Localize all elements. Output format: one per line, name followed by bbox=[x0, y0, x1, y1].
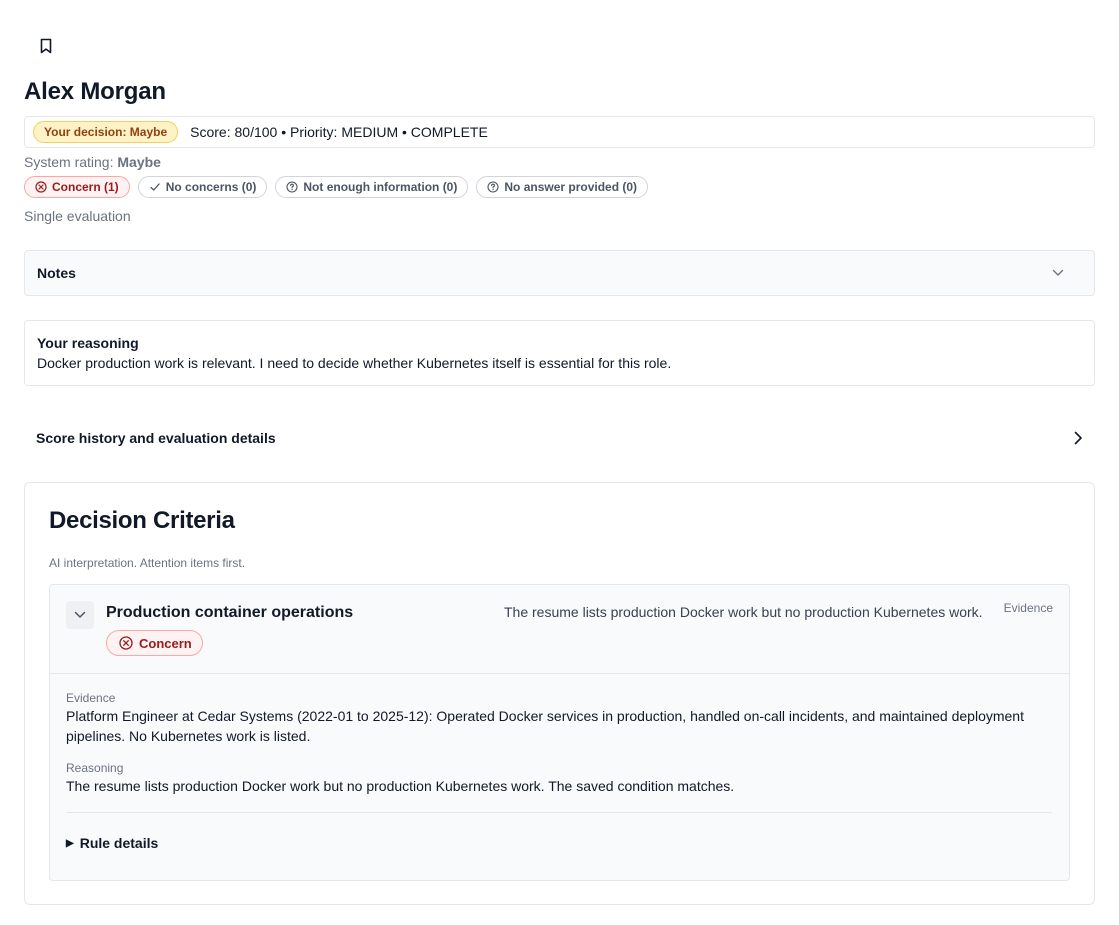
check-icon bbox=[150, 183, 160, 191]
divider bbox=[66, 812, 1052, 813]
chevron-right-icon bbox=[1074, 431, 1082, 445]
system-rating-value: Maybe bbox=[117, 154, 161, 170]
decision-badge[interactable]: Your decision: Maybe bbox=[33, 121, 179, 143]
chip-concern[interactable]: Concern (1) bbox=[24, 176, 130, 198]
reasoning-label: Reasoning bbox=[66, 761, 124, 775]
triangle-right-icon: ▶ bbox=[66, 837, 74, 849]
chip-label: No concerns (0) bbox=[165, 180, 257, 194]
criterion-name: Production container operations bbox=[106, 604, 354, 621]
criterion-header: Production container operations Concern … bbox=[50, 585, 1069, 674]
criterion-status-label: Concern bbox=[139, 635, 192, 651]
score-history-title: Score history and evaluation details bbox=[36, 430, 276, 446]
criterion-status-badge: Concern bbox=[106, 630, 203, 656]
evaluation-mode: Single evaluation bbox=[24, 208, 131, 224]
question-circle-icon bbox=[487, 181, 499, 193]
status-filter-chips: Concern (1) No concerns (0) Not enough i… bbox=[24, 176, 649, 198]
chip-label: Not enough information (0) bbox=[303, 180, 458, 194]
your-reasoning-text: Docker production work is relevant. I ne… bbox=[37, 355, 672, 371]
x-circle-icon bbox=[35, 181, 47, 193]
rule-details-toggle[interactable]: ▶ Rule details bbox=[66, 835, 1052, 851]
chip-no-concerns[interactable]: No concerns (0) bbox=[137, 176, 268, 198]
decision-criteria-subtitle: AI interpretation. Attention items first… bbox=[49, 556, 246, 570]
bookmark-icon bbox=[40, 38, 52, 54]
system-rating-label: System rating: bbox=[24, 154, 114, 170]
chevron-down-icon bbox=[1052, 269, 1064, 277]
candidate-name: Alex Morgan bbox=[24, 78, 166, 105]
chip-label: Concern (1) bbox=[52, 180, 119, 194]
question-circle-icon bbox=[286, 181, 298, 193]
reasoning-text: The resume lists production Docker work … bbox=[66, 778, 735, 794]
x-circle-icon bbox=[119, 636, 133, 650]
your-reasoning-panel: Your reasoning Docker production work is… bbox=[24, 320, 1095, 386]
decision-criteria-title: Decision Criteria bbox=[49, 507, 235, 534]
criterion-item: Production container operations Concern … bbox=[49, 584, 1070, 881]
notes-title: Notes bbox=[37, 265, 76, 281]
criterion-evidence-link[interactable]: Evidence bbox=[1004, 601, 1053, 615]
decision-criteria-card: Decision Criteria AI interpretation. Att… bbox=[24, 482, 1095, 905]
chip-no-answer-provided[interactable]: No answer provided (0) bbox=[476, 176, 649, 198]
chevron-down-icon bbox=[74, 611, 86, 618]
score-history-toggle[interactable]: Score history and evaluation details bbox=[24, 422, 1095, 454]
criterion-summary: The resume lists production Docker work … bbox=[504, 604, 983, 620]
bookmark-button[interactable] bbox=[34, 34, 58, 58]
system-rating: System rating: Maybe bbox=[24, 154, 161, 170]
chip-not-enough-information[interactable]: Not enough information (0) bbox=[275, 176, 469, 198]
chip-label: No answer provided (0) bbox=[504, 180, 638, 194]
evidence-label: Evidence bbox=[66, 691, 116, 705]
rule-details-label: Rule details bbox=[79, 835, 159, 851]
criterion-details: Evidence Platform Engineer at Cedar Syst… bbox=[66, 690, 1052, 851]
decision-summary-bar: Your decision: Maybe Score: 80/100 • Pri… bbox=[24, 116, 1095, 148]
evidence-text: Platform Engineer at Cedar Systems (2022… bbox=[66, 708, 1024, 744]
your-reasoning-title: Your reasoning bbox=[37, 335, 139, 351]
score-summary: Score: 80/100 • Priority: MEDIUM • COMPL… bbox=[190, 124, 488, 140]
notes-accordion[interactable]: Notes bbox=[24, 250, 1095, 296]
criterion-collapse-button[interactable] bbox=[66, 601, 94, 629]
